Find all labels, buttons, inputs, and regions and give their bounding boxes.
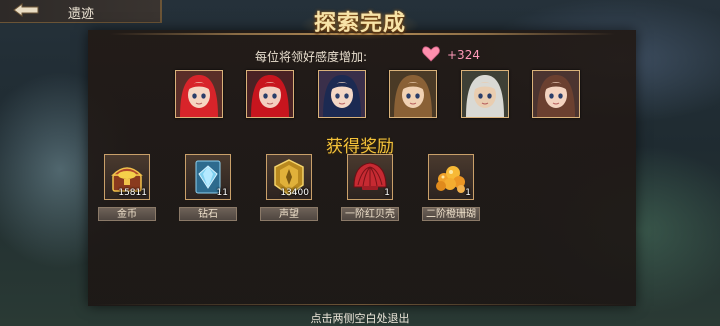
hero-face-icon <box>247 71 293 117</box>
top-tab-bar: 遗迹 <box>0 0 162 23</box>
affinity-value: +324 <box>447 48 480 62</box>
hero-portrait-4[interactable] <box>389 70 437 118</box>
hero-portrait-6[interactable] <box>532 70 580 118</box>
hero-face-icon <box>390 71 436 117</box>
reward-name-label: 声望 <box>260 207 318 221</box>
reward-item-4[interactable]: 1 <box>347 154 393 200</box>
exit-hint: 点击两侧空白处退出 <box>310 312 410 325</box>
reward-quantity: 1 <box>384 188 390 198</box>
hero-face-icon <box>319 71 365 117</box>
reward-quantity: 13400 <box>280 188 309 198</box>
reward-item-2[interactable]: 11 <box>185 154 231 200</box>
hero-portrait-1[interactable] <box>175 70 223 118</box>
hero-face-icon <box>176 71 222 117</box>
result-title: 探索完成 <box>300 6 420 42</box>
reward-quantity: 11 <box>216 188 228 198</box>
page-title: 遗迹 <box>68 7 95 22</box>
hero-portrait-2[interactable] <box>246 70 294 118</box>
hero-face-icon <box>533 71 579 117</box>
hero-portrait-5[interactable] <box>461 70 509 118</box>
affinity-label: 每位将领好感度增加: <box>255 50 368 64</box>
back-button[interactable] <box>12 2 48 20</box>
reward-quantity: 1 <box>465 188 471 198</box>
reward-name-label: 钻石 <box>179 207 237 221</box>
panel-divider-bottom <box>92 304 632 305</box>
back-arrow-icon <box>13 3 39 17</box>
result-title-text: 探索完成 <box>313 11 406 36</box>
hero-portrait-3[interactable] <box>318 70 366 118</box>
reward-name-label: 二阶橙珊瑚 <box>422 207 480 221</box>
heart-icon <box>422 46 440 62</box>
hero-face-icon <box>462 71 508 117</box>
reward-name-label: 金币 <box>98 207 156 221</box>
reward-item-5[interactable]: 1 <box>428 154 474 200</box>
reward-quantity: 15811 <box>118 188 147 198</box>
reward-item-3[interactable]: 13400 <box>266 154 312 200</box>
reward-item-1[interactable]: 15811 <box>104 154 150 200</box>
reward-name-label: 一阶红贝壳 <box>341 207 399 221</box>
